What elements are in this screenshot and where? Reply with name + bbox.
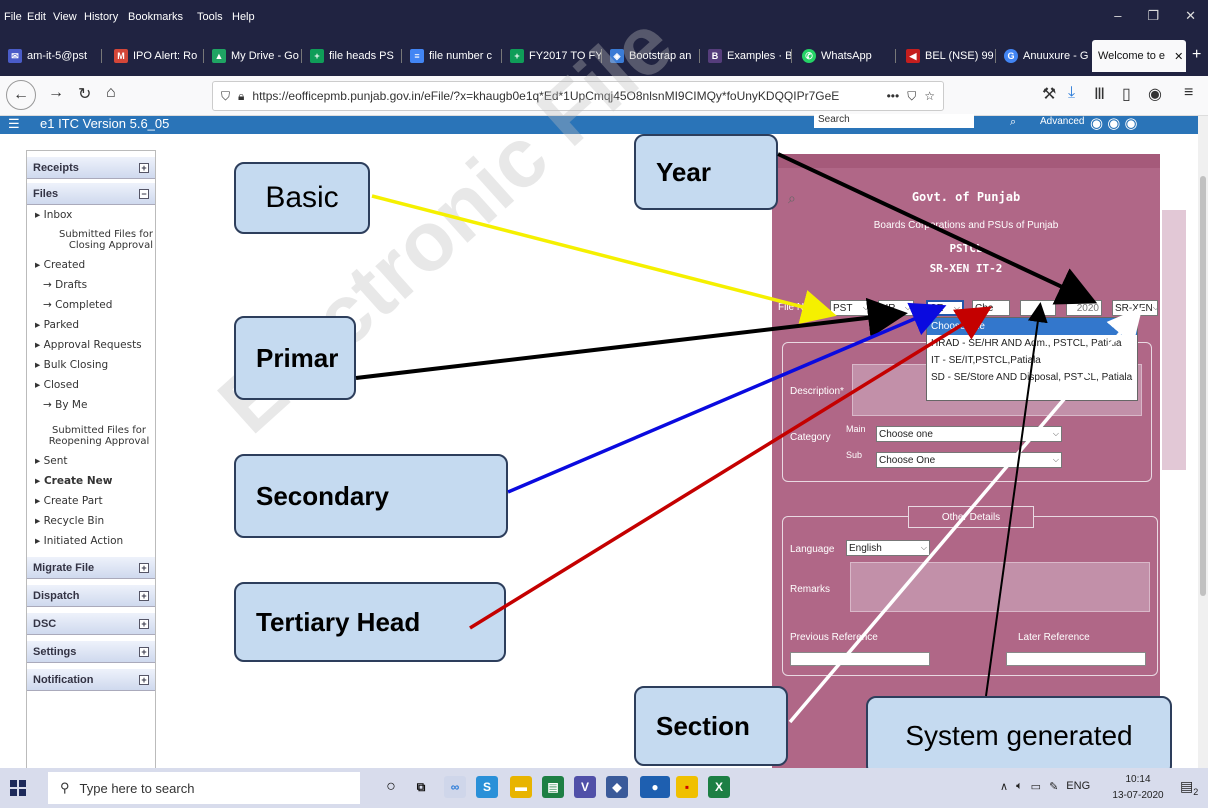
skype-icon[interactable]: S [476,776,498,798]
windows-start-icon[interactable] [10,780,26,796]
arrow-system-generated [985,302,1048,697]
infinity-app-icon[interactable]: ∞ [444,776,466,798]
annotation-arrows [355,152,1143,724]
volume-icon[interactable]: 🔈︎ [1016,780,1023,793]
firefox-icon[interactable]: ● [640,776,670,798]
scrollbar-thumb[interactable] [1200,176,1206,596]
chevron-up-icon[interactable]: ∧ [1000,780,1008,793]
search-icon: ⚲ [60,780,70,795]
notification-count: 2 [1193,786,1199,797]
visio-icon[interactable]: V [574,776,596,798]
notification-center-icon[interactable]: ▤2 [1180,778,1198,797]
task-view-icon[interactable]: ⧉ [410,776,432,798]
cortana-icon[interactable]: ○ [380,776,402,798]
arrow-primary [355,297,908,380]
arrow-section [788,306,1143,724]
taskbar-clock[interactable]: 10:14 13-07-2020 [1104,772,1172,804]
sticky-notes-icon[interactable]: ▪ [676,776,698,798]
excel-icon[interactable]: X [708,776,730,798]
taskbar-search-input[interactable]: ⚲ Type here to search [48,772,360,804]
system-tray: ∧ 🔈︎ ▭ ✎ ENG [1000,780,1090,793]
language-indicator[interactable]: ENG [1066,780,1090,793]
arrow-basic [371,194,837,324]
network-icon[interactable]: ▭ [1031,780,1041,793]
pen-icon[interactable]: ✎ [1049,780,1058,793]
app-icon[interactable]: ◆ [606,776,628,798]
page-scrollbar[interactable] [1198,116,1208,768]
arrow-year [777,152,1098,305]
project-icon[interactable]: ▤ [542,776,564,798]
clock-time: 10:14 [1125,774,1151,785]
file-explorer-icon[interactable]: ▬ [510,776,532,798]
taskbar: ⚲ Type here to search ○ ⧉ ∞ S ▬ ▤ V ◆ ● ▪… [0,768,1208,808]
search-placeholder: Type here to search [79,780,195,796]
clock-date: 13-07-2020 [1112,790,1164,801]
